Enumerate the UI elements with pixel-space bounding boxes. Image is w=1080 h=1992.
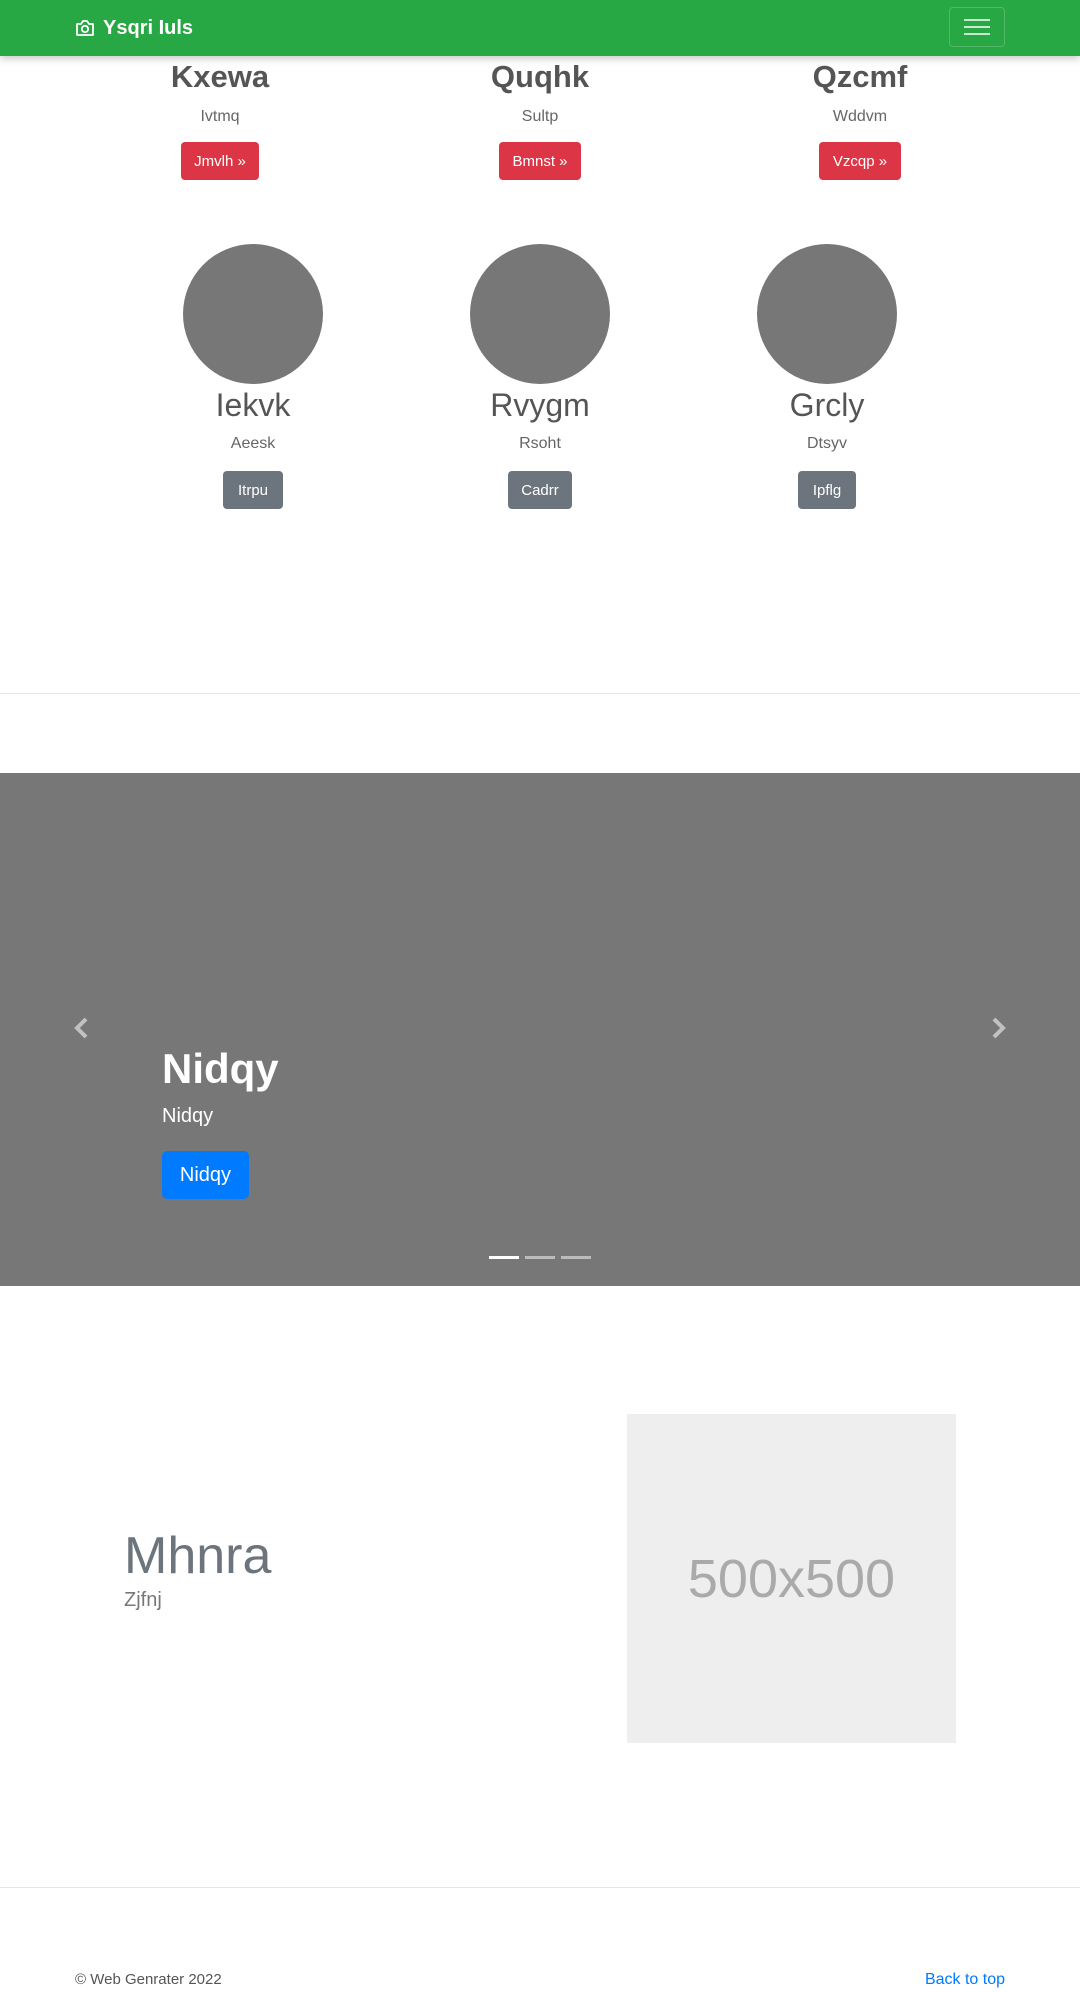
footer-copyright: © Web Genrater 2022 (75, 1971, 222, 1988)
chevron-right-icon (992, 1017, 1006, 1039)
circle-column-title: Rvygm (490, 387, 590, 423)
circle-column-title: Iekvk (215, 387, 291, 423)
column-3-button[interactable]: Vzcqp » (819, 142, 901, 180)
carousel-caption-title: Nidqy (162, 1045, 279, 1092)
circle-column-subtitle: Aeesk (230, 435, 276, 452)
carousel-indicator-3[interactable] (561, 1256, 591, 1259)
circle-column-3-button[interactable]: Ipflg (798, 471, 856, 509)
avatar-placeholder (757, 244, 897, 384)
column-subtitle: Ivtmq (200, 108, 240, 125)
feature-subheading: Zjfnj (124, 1589, 162, 1611)
carousel: Nidqy Nidqy Nidqy (0, 773, 1080, 1286)
section-divider (0, 693, 1080, 694)
carousel-prev-button[interactable] (61, 978, 101, 1078)
navbar: Ysqri Iuls (0, 0, 1080, 56)
circle-column-1-button[interactable]: Itrpu (223, 471, 283, 509)
column-2: Quqhk Sultp (390, 61, 690, 125)
column-3: Qzcmf Wddvm (710, 61, 1010, 125)
column-title: Kxewa (170, 59, 270, 94)
column-subtitle: Wddvm (832, 108, 888, 125)
column-subtitle: Sultp (521, 108, 559, 125)
column-1-button[interactable]: Jmvlh » (181, 142, 259, 180)
navbar-brand[interactable]: Ysqri Iuls (75, 14, 193, 42)
feature-image-placeholder: 500x500 (627, 1414, 956, 1743)
carousel-indicator-2[interactable] (525, 1256, 555, 1259)
camera-icon (76, 20, 94, 36)
navbar-toggler-button[interactable] (949, 7, 1005, 47)
carousel-caption-subtitle: Nidqy (162, 1105, 214, 1127)
column-title: Qzcmf (812, 59, 908, 94)
circle-column-subtitle: Rsoht (519, 435, 561, 452)
avatar-placeholder (470, 244, 610, 384)
circle-column-title: Grcly (789, 387, 865, 423)
circle-column-subtitle: Dtsyv (807, 435, 847, 452)
carousel-indicator-1[interactable] (489, 1256, 519, 1259)
carousel-next-button[interactable] (979, 978, 1019, 1078)
column-1: Kxewa Ivtmq (70, 61, 370, 125)
column-2-button[interactable]: Bmnst » (499, 142, 581, 180)
circle-column-2-button[interactable]: Cadrr (508, 471, 572, 509)
image-size-label: 500x500 (687, 1548, 896, 1609)
avatar-placeholder (183, 244, 323, 384)
carousel-caption-button[interactable]: Nidqy (162, 1151, 249, 1199)
feature-heading: Mhnra (124, 1527, 272, 1585)
back-to-top-link[interactable]: Back to top (925, 1972, 1005, 1988)
column-title: Quqhk (490, 59, 590, 94)
footer-divider (0, 1887, 1080, 1888)
hamburger-icon (964, 19, 990, 35)
brand-label: Ysqri Iuls (103, 16, 194, 39)
chevron-left-icon (74, 1017, 88, 1039)
